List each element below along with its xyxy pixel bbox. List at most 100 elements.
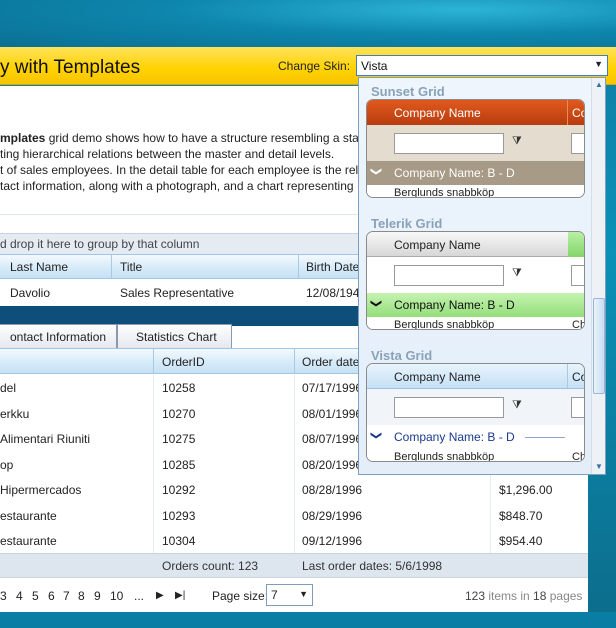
cell-customer: estaurante	[0, 534, 57, 548]
col-title[interactable]: Title	[120, 260, 142, 274]
last-page-icon[interactable]: ▶|	[175, 590, 185, 601]
scroll-thumb[interactable]	[593, 298, 605, 394]
cell-order-id: 10275	[162, 432, 196, 446]
skin-select-value[interactable]: Vista	[361, 59, 387, 73]
desc-line2: ting hierarchical relations between the …	[0, 147, 335, 161]
page-link[interactable]: 6	[48, 589, 55, 603]
header-accent	[568, 232, 584, 257]
chevron-down-icon: ❯	[370, 166, 383, 177]
col-order-date[interactable]: Order date	[302, 355, 359, 369]
skin-preview-sunset[interactable]: Company Name Co ⧩ ❯ Company Name: B - D …	[366, 99, 585, 198]
col-divider	[298, 255, 299, 278]
col-divider	[567, 100, 568, 125]
cell-last-name: Davolio	[10, 286, 51, 300]
desc-bold: mplates	[0, 131, 46, 145]
preview-header-text: Company Name	[394, 106, 481, 120]
col-divider	[294, 349, 295, 373]
page-title: y with Templates	[0, 57, 141, 78]
items-total: 123	[465, 589, 486, 603]
preview-group-row: ❯ Company Name: B - D	[367, 425, 584, 449]
page-link[interactable]: 7	[63, 589, 70, 603]
page-link[interactable]: 3	[0, 589, 7, 603]
preview-header-text: Company Name	[394, 238, 481, 252]
cell-order-date: 07/17/1996	[302, 381, 363, 395]
bottom-background	[0, 612, 616, 628]
preview-row-right: Ch	[572, 451, 585, 462]
col-divider	[294, 375, 295, 553]
desc-line4: tact information, along with a photograp…	[0, 179, 354, 193]
col-divider	[111, 255, 112, 278]
col-divider	[567, 364, 568, 388]
col-order-id[interactable]: OrderID	[162, 355, 205, 369]
preview-group-row: ❯ Company Name: B - D	[367, 293, 584, 317]
page-link[interactable]: 9	[94, 589, 101, 603]
preview-data-row: Berglunds snabbköp	[367, 185, 584, 198]
cell-customer: erkku	[0, 406, 30, 421]
filter-input	[571, 265, 584, 286]
skin-name-telerik[interactable]: Telerik Grid	[371, 216, 442, 231]
tab-statistics-chart[interactable]: Statistics Chart	[117, 324, 232, 349]
cell-birth-date: 12/08/194	[306, 286, 360, 300]
col-last-name[interactable]: Last Name	[10, 260, 68, 274]
tab-contact-information[interactable]: ontact Information	[0, 324, 118, 349]
preview-group-text: Company Name: B - D	[394, 166, 515, 180]
filter-icon: ⧩	[512, 135, 522, 147]
preview-row-text: Berglunds snabbköp	[394, 319, 495, 330]
col-divider	[153, 375, 154, 553]
skin-preview-telerik[interactable]: Company Name ⧩ ❯ Company Name: B - D Ber…	[366, 231, 585, 330]
top-background	[0, 0, 616, 48]
preview-group-text: Company Name: B - D	[394, 298, 515, 312]
chevron-down-icon: ❯	[370, 298, 383, 309]
cell-amount: $1,296.00	[499, 483, 553, 497]
desc-line3: t of sales employees. In the detail tabl…	[0, 163, 365, 177]
skin-name-sunset[interactable]: Sunset Grid	[371, 84, 445, 99]
cell-customer: del	[0, 381, 17, 395]
next-page-icon[interactable]: ▶	[156, 590, 164, 601]
cell-order-id: 10292	[162, 483, 196, 497]
cell-order-date: 08/07/1996	[302, 432, 363, 446]
filter-icon: ⧩	[512, 399, 522, 411]
cell-customer: Alimentari Riuniti	[0, 432, 91, 446]
preview-header: Company Name	[367, 232, 584, 257]
page-link[interactable]: 4	[16, 589, 23, 603]
preview-filter-row: ⧩	[367, 257, 584, 293]
items-word: items in	[485, 589, 534, 603]
preview-row-text: Berglunds snabbköp	[394, 187, 495, 198]
page-link-more[interactable]: ...	[134, 589, 144, 603]
page-size-select[interactable]: 7 ▼	[266, 584, 313, 606]
skin-dropdown-list[interactable]: Sunset Grid Company Name Co ⧩ ❯ Company …	[358, 77, 606, 475]
page-link[interactable]: 5	[32, 589, 39, 603]
filter-input	[394, 265, 504, 286]
pager: 3 4 5 6 7 8 9 10 ... ▶ ▶| Page size: 7 ▼…	[0, 577, 588, 612]
cell-order-id: 10258	[162, 381, 196, 395]
scroll-up-icon[interactable]: ▲	[593, 79, 605, 91]
page-link[interactable]: 8	[78, 589, 85, 603]
cell-amount: $954.40	[499, 534, 543, 548]
pages-word: pages	[546, 589, 583, 603]
preview-header: Company Name Co	[367, 364, 584, 389]
orders-count: Orders count: 123	[162, 559, 259, 573]
preview-group-text: Company Name: B - D	[394, 430, 515, 444]
preview-header-text: Company Name	[394, 370, 481, 384]
chevron-down-icon: ❯	[370, 430, 383, 441]
pager-info: 123 items in 18 pages	[465, 589, 582, 603]
cell-customer: estaurante	[0, 508, 57, 523]
chevron-down-icon[interactable]: ▼	[594, 59, 603, 69]
scroll-down-icon[interactable]: ▼	[593, 461, 605, 473]
skin-name-vista[interactable]: Vista Grid	[371, 348, 432, 363]
dropdown-scrollbar[interactable]: ▲ ▼	[591, 78, 605, 474]
page-size-label: Page size:	[212, 589, 269, 603]
pages-total: 18	[533, 589, 547, 603]
skin-select[interactable]: Vista ▼	[356, 55, 608, 76]
skin-preview-vista[interactable]: Company Name Co ⧩ ❯ Company Name: B - D …	[366, 363, 585, 462]
cell-order-date: 08/28/1996	[302, 483, 363, 497]
cell-customer: Hipermercados	[0, 483, 82, 497]
chevron-down-icon: ▼	[299, 589, 308, 599]
col-divider	[153, 349, 154, 373]
page-link[interactable]: 10	[110, 589, 123, 603]
last-order-dates: Last order dates: 5/6/1998	[302, 559, 443, 573]
preview-row-text: Berglunds snabbköp	[394, 451, 495, 462]
filter-input	[394, 397, 504, 418]
page-size-value: 7	[271, 588, 278, 602]
col-birth-date[interactable]: Birth Date	[306, 260, 359, 274]
